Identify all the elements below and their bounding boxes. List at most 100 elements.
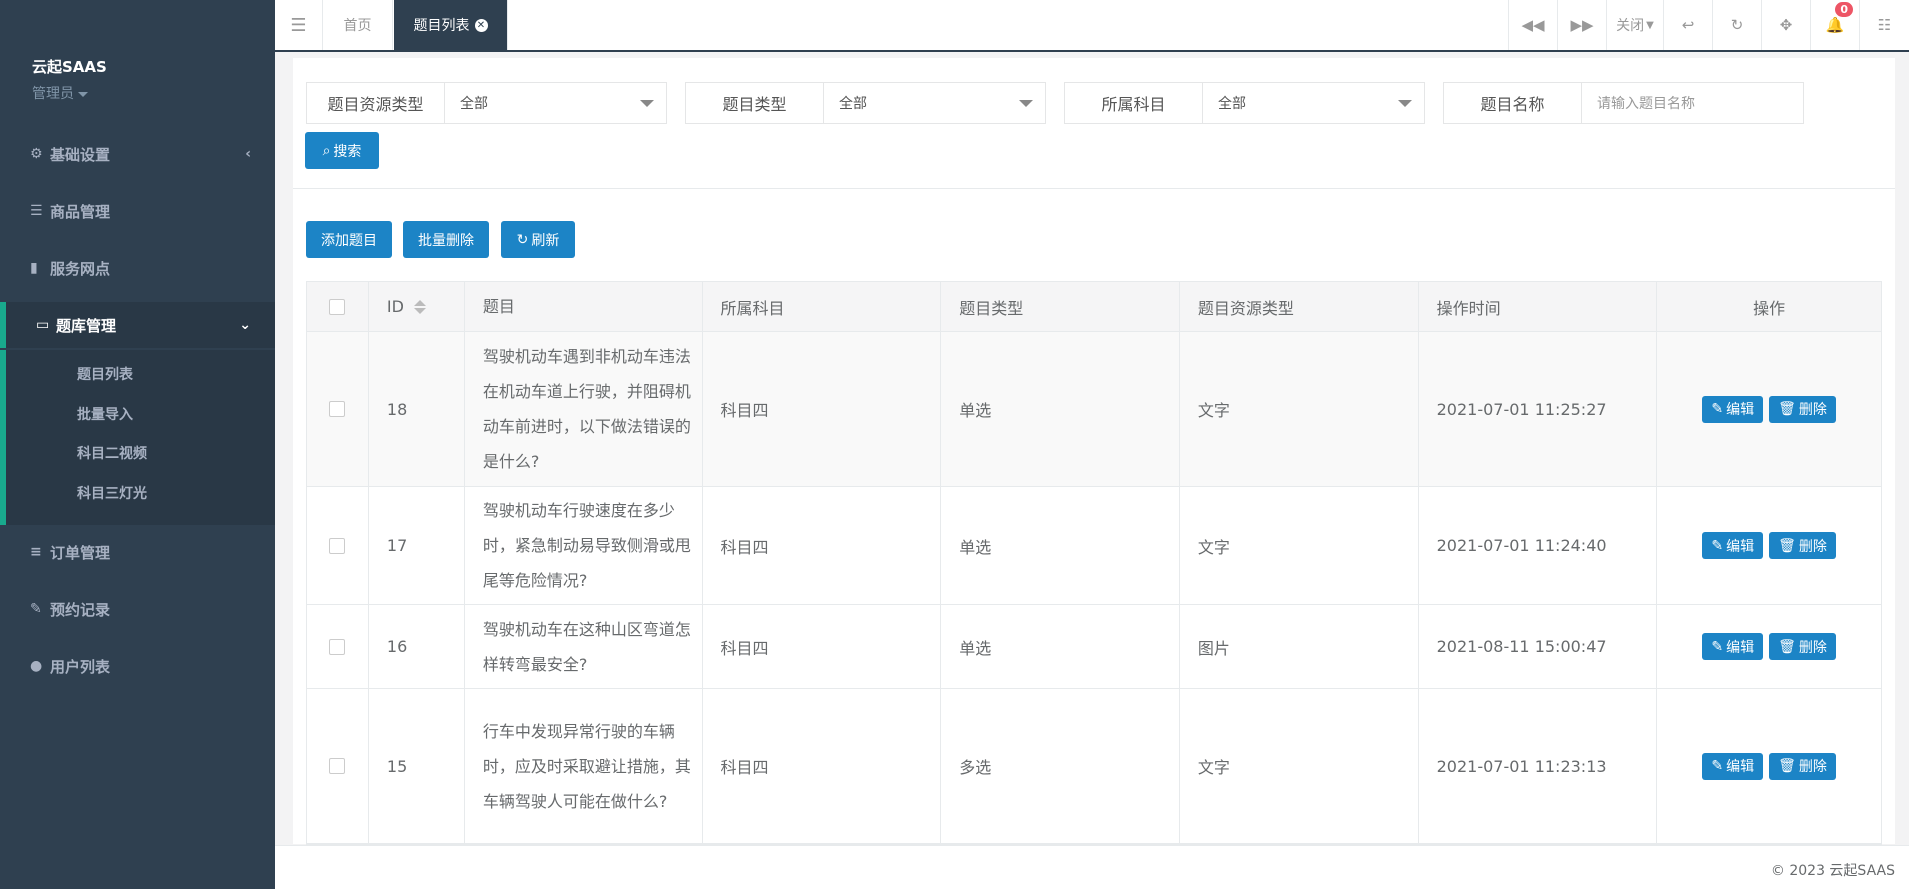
caret-down-icon: ▼ — [1646, 19, 1654, 31]
row-checkbox[interactable] — [329, 401, 346, 417]
refresh-icon: ↻ — [516, 231, 529, 248]
sidebar-item-basic-settings[interactable]: ⚙ 基础设置 ‹ — [0, 131, 275, 177]
question-type-select[interactable]: 全部 — [824, 83, 1045, 123]
sidebar-subitem-question-list[interactable]: 题目列表 — [77, 364, 133, 384]
column-header-id[interactable]: ID — [369, 282, 465, 331]
sidebar-subitem-subject3-lights[interactable]: 科目三灯光 — [77, 483, 147, 503]
cell-resource-type: 图片 — [1180, 605, 1419, 688]
cell-id: 17 — [369, 487, 465, 604]
book-icon: ▮ — [30, 260, 38, 276]
refresh-button[interactable]: ↻ 刷新 — [501, 221, 575, 258]
row-select-cell — [307, 332, 369, 486]
scroll-tabs-left-button[interactable]: ◀◀ — [1508, 0, 1557, 50]
trash-icon: 🗑 — [1778, 638, 1796, 655]
row-checkbox[interactable] — [329, 758, 346, 774]
header-label: ID — [386, 297, 404, 316]
sidebar-item-label: 预约记录 — [50, 600, 111, 619]
button-label: 编辑 — [1726, 639, 1755, 656]
trash-icon: 🗑 — [1778, 537, 1796, 554]
cell-type: 单选 — [941, 605, 1180, 688]
gear-icon: ⚙ — [30, 146, 43, 162]
sidebar-item-users[interactable]: ● 用户列表 — [0, 643, 275, 689]
cell-question: 驾驶机动车行驶速度在多少时，紧急制动易导致侧滑或甩尾等危险情况? — [465, 487, 703, 604]
delete-button[interactable]: 🗑 删除 — [1769, 752, 1836, 780]
cell-subject: 科目四 — [703, 689, 942, 843]
column-header-resource-type: 题目资源类型 — [1180, 282, 1419, 331]
button-label: 编辑 — [1726, 402, 1755, 418]
pencil-icon: ✎ — [1711, 638, 1724, 655]
notifications-button[interactable]: 🔔 0 — [1810, 0, 1859, 50]
close-tab-icon[interactable]: ✕ — [474, 18, 488, 32]
column-header-subject: 所属科目 — [703, 282, 942, 331]
refresh-tab-button[interactable]: ↻ — [1712, 0, 1761, 50]
delete-button[interactable]: 🗑 删除 — [1769, 532, 1836, 559]
pencil-icon: ✎ — [1711, 758, 1724, 774]
sidebar-item-label: 用户列表 — [50, 657, 111, 676]
filter-label: 题目名称 — [1444, 83, 1582, 123]
sidebar-item-goods[interactable]: ☰ 商品管理 — [0, 188, 275, 234]
refresh-icon: ↻ — [1730, 16, 1744, 34]
batch-delete-button[interactable]: 批量删除 — [403, 221, 489, 258]
row-checkbox[interactable] — [329, 638, 346, 655]
button-label: 搜索 — [333, 143, 362, 160]
sidebar: 云起SAAS 管理员 ⚙ 基础设置 ‹ ☰ 商品管理 ▮ 服务网点 ▭ 题库管理… — [0, 0, 275, 889]
select-value: 全部 — [460, 96, 488, 112]
sidebar-item-orders[interactable]: ≡ 订单管理 — [0, 529, 275, 575]
bars-icon: ≡ — [30, 544, 42, 560]
add-question-button[interactable]: 添加题目 — [306, 221, 392, 258]
caret-down-icon — [78, 91, 88, 97]
delete-button[interactable]: 🗑 删除 — [1769, 395, 1836, 423]
subject-select[interactable]: 全部 — [1203, 83, 1424, 123]
edit-button[interactable]: ✎ 编辑 — [1702, 532, 1764, 559]
sidebar-subitem-subject2-video[interactable]: 科目二视频 — [77, 443, 147, 463]
dropdown-arrow-icon — [1398, 100, 1412, 107]
row-select-cell — [307, 487, 369, 604]
scroll-tabs-right-button[interactable]: ▶▶ — [1557, 0, 1606, 50]
search-button[interactable]: ⌕ 搜索 — [305, 132, 379, 169]
user-role-dropdown[interactable]: 管理员 — [32, 83, 107, 103]
sidebar-subitem-batch-import[interactable]: 批量导入 — [77, 404, 133, 424]
tab-question-list[interactable]: 题目列表 ✕ — [394, 0, 508, 50]
cell-time: 2021-07-01 11:25:27 — [1419, 332, 1658, 486]
double-right-icon: ▶▶ — [1570, 16, 1594, 34]
select-value: 全部 — [839, 96, 867, 112]
close-tabs-dropdown[interactable]: 关闭 ▼ — [1606, 0, 1663, 50]
user-icon: ● — [30, 658, 43, 674]
button-label: 删除 — [1798, 759, 1827, 775]
resource-type-select[interactable]: 全部 — [445, 83, 666, 123]
cell-resource-type: 文字 — [1180, 487, 1419, 604]
cell-type: 多选 — [941, 689, 1180, 843]
table-header-row: ID 题目 所属科目 题目类型 题目资源类型 操作时间 操作 — [307, 282, 1881, 332]
sidebar-item-label: 题库管理 — [56, 316, 117, 335]
fullscreen-button[interactable]: ✥ — [1761, 0, 1810, 50]
list-icon: ☰ — [30, 203, 43, 219]
cell-actions: ✎ 编辑 🗑 删除 — [1657, 605, 1881, 688]
question-name-input[interactable]: 请输入题目名称 — [1582, 83, 1803, 123]
cell-actions: ✎ 编辑 🗑 删除 — [1657, 689, 1881, 843]
column-header-question: 题目 — [465, 282, 703, 331]
divider — [293, 188, 1895, 189]
sidebar-item-label: 服务网点 — [50, 259, 111, 278]
main-content: 题目资源类型 全部 题目类型 全部 所属科目 全部 题目名称 请输入题目名称 ⌕… — [293, 58, 1895, 845]
edit-button[interactable]: ✎ 编辑 — [1702, 633, 1764, 660]
select-all-checkbox[interactable] — [329, 298, 346, 315]
reply-icon: ↩ — [1681, 16, 1695, 34]
column-header-actions: 操作 — [1753, 298, 1786, 318]
filter-resource-type: 题目资源类型 全部 — [306, 82, 667, 124]
back-button[interactable]: ↩ — [1663, 0, 1712, 50]
sidebar-item-service-points[interactable]: ▮ 服务网点 — [0, 245, 275, 291]
bell-icon: 🔔 — [1825, 16, 1845, 34]
filter-subject: 所属科目 全部 — [1064, 82, 1425, 124]
tab-home[interactable]: 首页 — [323, 0, 393, 50]
right-sidebar-toggle[interactable]: ☷ — [1859, 0, 1909, 50]
sidebar-item-appointments[interactable]: ✎ 预约记录 — [0, 586, 275, 632]
edit-button[interactable]: ✎ 编辑 — [1702, 395, 1764, 423]
cell-id: 18 — [369, 332, 465, 486]
hamburger-menu-icon[interactable]: ☰ — [275, 0, 323, 50]
row-checkbox[interactable] — [329, 537, 346, 554]
cell-time: 2021-08-11 15:00:47 — [1419, 605, 1658, 688]
edit-button[interactable]: ✎ 编辑 — [1702, 752, 1764, 780]
chevron-down-icon: ⌄ — [239, 317, 251, 333]
delete-button[interactable]: 🗑 删除 — [1769, 633, 1836, 660]
sidebar-item-question-bank[interactable]: ▭ 题库管理 ⌄ — [0, 302, 275, 348]
